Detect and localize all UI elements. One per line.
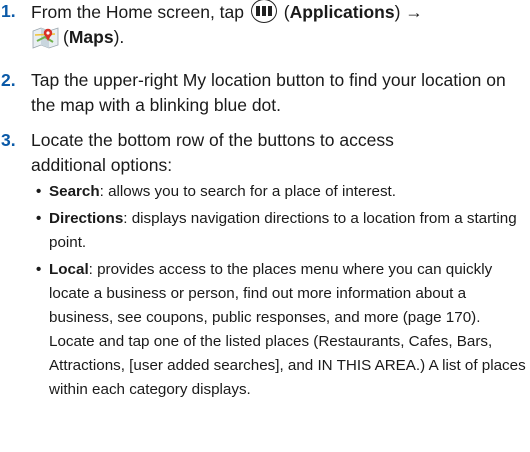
option-desc: : provides access to the places menu whe… — [49, 261, 526, 398]
option-term: Local — [49, 261, 89, 278]
step-number: 1. — [1, 1, 16, 21]
applications-grid-icon — [250, 0, 277, 23]
step-text: Tap the upper-right My location button t… — [31, 70, 506, 115]
step-3: 3. Locate the bottom row of the buttons … — [0, 128, 530, 405]
applications-label: Applications — [289, 2, 395, 22]
step-text: From the Home screen, tap — [31, 2, 244, 22]
step-2: 2. Tap the upper-right My location butto… — [0, 68, 530, 118]
maps-label: Maps — [68, 27, 114, 47]
option-desc: : allows you to search for a place of in… — [99, 183, 396, 200]
options-list: • Search: allows you to search for a pla… — [36, 180, 530, 402]
option-directions: • Directions: displays navigation direct… — [36, 207, 530, 255]
option-term: Search — [49, 183, 100, 200]
step-number: 3. — [1, 130, 16, 150]
option-term: Directions — [49, 210, 124, 227]
maps-app-icon — [31, 25, 61, 49]
option-local: • Local: provides access to the places m… — [36, 258, 530, 402]
option-search: • Search: allows you to search for a pla… — [36, 180, 530, 204]
period: . — [119, 27, 125, 47]
arrow-glyph: → — [405, 2, 423, 22]
step-text: Locate the bottom row of the buttons to … — [31, 130, 394, 175]
bullet: • — [36, 183, 42, 200]
bullet: • — [36, 210, 42, 227]
step-1: 1. From the Home screen, tap (Applicatio… — [1, 0, 423, 49]
bullet: • — [36, 261, 42, 278]
step-number: 2. — [1, 70, 16, 90]
